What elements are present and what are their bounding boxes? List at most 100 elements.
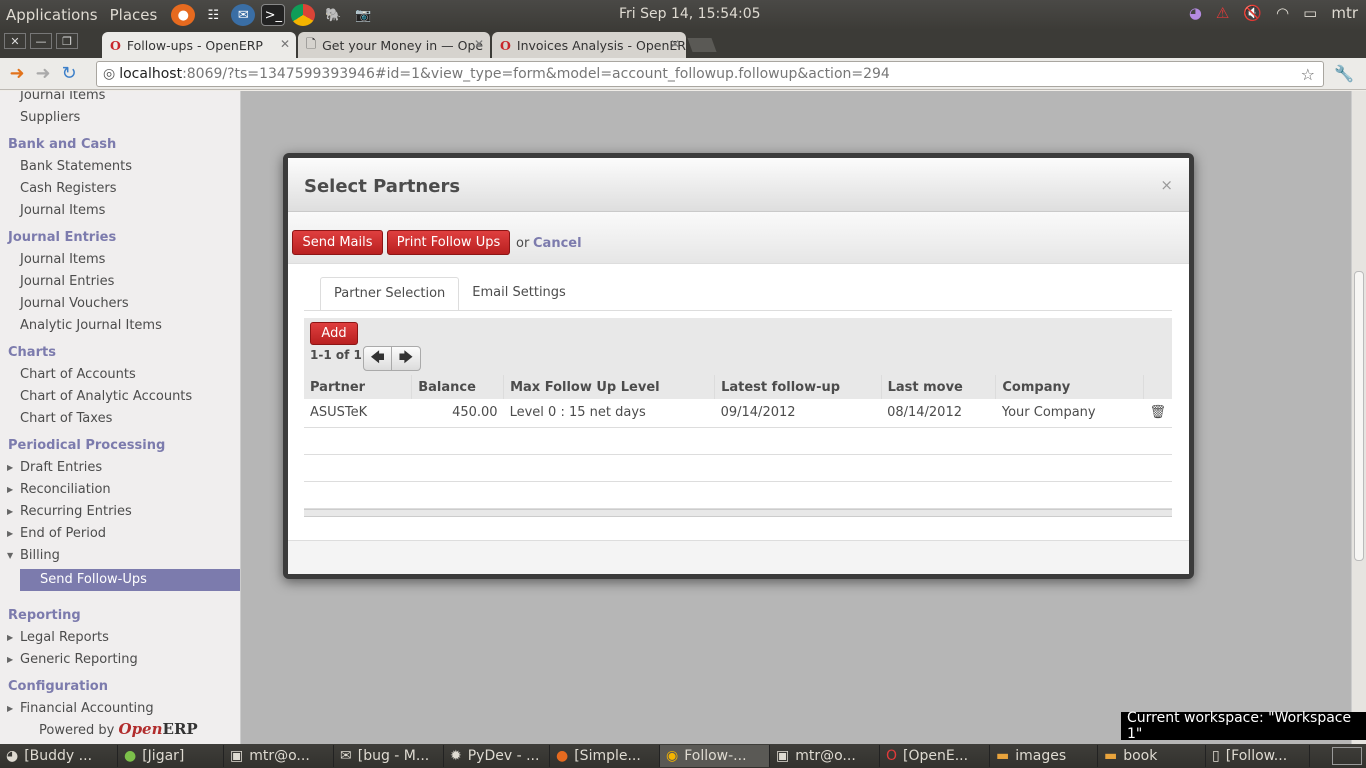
reload-icon[interactable]: ↻ xyxy=(56,63,82,84)
clock[interactable]: Fri Sep 14, 15:54:05 xyxy=(619,6,761,22)
expand-arrow-icon[interactable]: ▶ xyxy=(7,457,13,479)
collapse-arrow-icon[interactable]: ▼ xyxy=(7,545,13,567)
address-bar[interactable]: ◎ localhost:8069/?ts=1347599393946#id=1&… xyxy=(96,61,1324,87)
cell-partner[interactable]: ASUSTeK xyxy=(304,399,412,428)
sidebar-item-cash-registers[interactable]: Cash Registers xyxy=(0,178,240,200)
sidebar-item-chart-of-accounts[interactable]: Chart of Accounts xyxy=(0,364,240,386)
wifi-icon[interactable]: ◠ xyxy=(1276,4,1289,22)
sidebar-item-generic-reporting[interactable]: ▶ Generic Reporting xyxy=(0,649,240,671)
sidebar-item-financial-accounting[interactable]: ▶ Financial Accounting xyxy=(0,698,240,720)
expand-arrow-icon[interactable]: ▶ xyxy=(7,523,13,545)
task-simple[interactable]: ● [Simple... xyxy=(550,745,660,767)
back-icon[interactable]: ➜ xyxy=(4,63,30,84)
expand-arrow-icon[interactable]: ▶ xyxy=(7,649,13,671)
cell-balance[interactable]: 450.00 xyxy=(411,399,504,428)
close-tab-icon[interactable]: ✕ xyxy=(280,37,290,51)
cell-last-move[interactable]: 08/14/2012 xyxy=(881,399,996,428)
column-company[interactable]: Company xyxy=(995,375,1144,399)
task-jigar[interactable]: ● [Jigar] xyxy=(118,745,224,767)
sidebar-item-chart-of-analytic-accounts[interactable]: Chart of Analytic Accounts xyxy=(0,386,240,408)
volume-muted-icon[interactable]: 🔇 xyxy=(1243,4,1262,22)
places-menu[interactable]: Places xyxy=(104,6,164,24)
task-terminal-1[interactable]: ▣ mtr@o... xyxy=(224,745,334,767)
sidebar-section-charts[interactable]: Charts xyxy=(0,342,240,364)
send-mails-button[interactable]: Send Mails xyxy=(292,230,383,255)
bookmark-star-icon[interactable]: ☆ xyxy=(1301,65,1315,84)
add-button[interactable]: Add xyxy=(310,322,358,345)
cell-latest-follow-up[interactable]: 09/14/2012 xyxy=(714,399,882,428)
workspace-switcher[interactable] xyxy=(1332,747,1362,765)
sidebar-item-billing[interactable]: ▼ Billing xyxy=(0,545,240,567)
sidebar-item-legal-reports[interactable]: ▶ Legal Reports xyxy=(0,627,240,649)
browser-tab-invoices[interactable]: O Invoices Analysis - OpenER ✕ xyxy=(492,32,686,58)
chat-icon[interactable]: ◕ xyxy=(1189,4,1202,22)
delete-row-icon[interactable]: 🗑 xyxy=(1143,399,1172,428)
warning-icon[interactable]: ⚠ xyxy=(1216,4,1229,22)
task-terminal-2[interactable]: ▣ mtr@o... xyxy=(770,745,880,767)
firefox-icon[interactable]: ● xyxy=(171,4,196,26)
close-tab-icon[interactable]: ✕ xyxy=(670,37,680,51)
task-follow-doc[interactable]: ▯ [Follow... xyxy=(1206,745,1310,767)
thunderbird-icon[interactable]: ✉ xyxy=(231,4,256,26)
column-balance[interactable]: Balance xyxy=(411,375,504,399)
cancel-link[interactable]: Cancel xyxy=(533,236,582,251)
sidebar-item-recurring-entries[interactable]: ▶ Recurring Entries xyxy=(0,501,240,523)
table-row[interactable]: ASUSTeK 450.00 Level 0 : 15 net days 09/… xyxy=(304,399,1172,428)
sidebar-section-bank-and-cash[interactable]: Bank and Cash xyxy=(0,134,240,156)
applications-menu[interactable]: Applications xyxy=(0,6,104,24)
task-openerp[interactable]: O [OpenE... xyxy=(880,745,990,767)
tab-partner-selection[interactable]: Partner Selection xyxy=(320,277,460,310)
database-icon[interactable]: 🐘 xyxy=(321,4,345,26)
page-info-icon[interactable]: ◎ xyxy=(103,66,115,82)
task-buddy[interactable]: ◕ [Buddy ... xyxy=(0,745,118,767)
close-dialog-icon[interactable]: × xyxy=(1160,176,1173,194)
task-images[interactable]: ▬ images xyxy=(990,745,1098,767)
sidebar-item-suppliers[interactable]: Suppliers xyxy=(0,107,240,129)
column-latest-follow-up[interactable]: Latest follow-up xyxy=(714,375,882,399)
forward-icon[interactable]: ➜ xyxy=(30,63,56,84)
cell-level[interactable]: Level 0 : 15 net days xyxy=(503,399,715,428)
column-last-move[interactable]: Last move xyxy=(880,375,996,399)
user-name[interactable]: mtr xyxy=(1331,4,1358,22)
print-follow-ups-button[interactable]: Print Follow Ups xyxy=(387,230,510,255)
task-follow-ups[interactable]: ◉ Follow-... xyxy=(660,745,770,767)
close-tab-icon[interactable]: ✕ xyxy=(474,37,484,51)
browser-tab-money[interactable]: 🗋 Get your Money in — Ope ✕ xyxy=(298,32,490,58)
cell-company[interactable]: Your Company xyxy=(995,399,1144,428)
sidebar-item-journal-items[interactable]: Journal Items xyxy=(0,91,240,107)
column-partner[interactable]: Partner xyxy=(304,375,412,399)
sidebar-item-bank-statements[interactable]: Bank Statements xyxy=(0,156,240,178)
expand-arrow-icon[interactable]: ▶ xyxy=(7,698,13,720)
expand-arrow-icon[interactable]: ▶ xyxy=(7,479,13,501)
tab-email-settings[interactable]: Email Settings xyxy=(459,277,579,310)
sidebar-section-journal-entries[interactable]: Journal Entries xyxy=(0,227,240,249)
chrome-icon[interactable] xyxy=(291,4,316,26)
maximize-window-icon[interactable]: ❐ xyxy=(56,33,78,49)
page-scrollbar[interactable] xyxy=(1351,91,1366,744)
pager-next-icon[interactable]: 🡆 xyxy=(392,346,421,371)
sidebar-item-chart-of-taxes[interactable]: Chart of Taxes xyxy=(0,408,240,430)
close-window-icon[interactable]: ✕ xyxy=(4,33,26,49)
powered-by[interactable]: Powered by OpenERP xyxy=(39,720,198,738)
sidebar-item-end-of-period[interactable]: ▶ End of Period xyxy=(0,523,240,545)
new-tab-button[interactable] xyxy=(687,38,717,52)
network-icon[interactable]: ☷ xyxy=(201,4,225,26)
browser-tab-followups[interactable]: O Follow-ups - OpenERP ✕ xyxy=(102,32,296,58)
scrollbar-thumb[interactable] xyxy=(1354,271,1364,561)
column-max-follow-up-level[interactable]: Max Follow Up Level xyxy=(503,375,715,399)
sidebar-item-draft-entries[interactable]: ▶ Draft Entries xyxy=(0,457,240,479)
expand-arrow-icon[interactable]: ▶ xyxy=(7,627,13,649)
sidebar-section-configuration[interactable]: Configuration xyxy=(0,676,240,698)
terminal-icon[interactable]: >_ xyxy=(261,4,286,26)
task-book[interactable]: ▬ book xyxy=(1098,745,1206,767)
sidebar-item-journal-vouchers[interactable]: Journal Vouchers xyxy=(0,293,240,315)
camera-icon[interactable]: 📷 xyxy=(351,4,375,26)
task-bug[interactable]: ✉ [bug - M... xyxy=(334,745,444,767)
sidebar-item-journal-items[interactable]: Journal Items xyxy=(0,200,240,222)
pager-previous-icon[interactable]: 🡄 xyxy=(363,346,392,371)
minimize-window-icon[interactable]: — xyxy=(30,33,52,49)
sidebar-item-send-follow-ups[interactable]: Send Follow-Ups xyxy=(20,569,240,591)
task-pydev[interactable]: ✹ PyDev - ... xyxy=(444,745,550,767)
expand-arrow-icon[interactable]: ▶ xyxy=(7,501,13,523)
sidebar-item-journal-items[interactable]: Journal Items xyxy=(0,249,240,271)
